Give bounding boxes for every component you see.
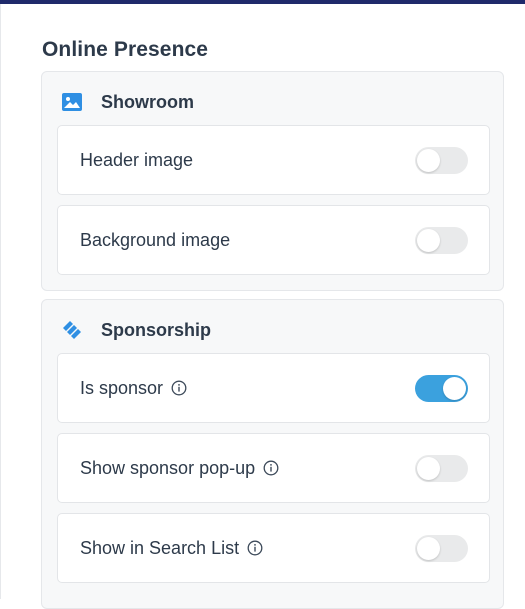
toggle-knob xyxy=(417,457,440,480)
toggle-knob xyxy=(417,149,440,172)
is-sponsor-row: Is sponsor xyxy=(57,353,490,423)
show-sponsor-popup-label: Show sponsor pop-up xyxy=(80,434,279,502)
toggle-knob xyxy=(417,229,440,252)
background-image-label: Background image xyxy=(80,229,231,250)
show-sponsor-popup-text: Show sponsor pop-up xyxy=(80,457,256,478)
image-icon xyxy=(61,91,83,113)
info-icon[interactable] xyxy=(247,540,263,556)
show-in-search-list-row: Show in Search List xyxy=(57,513,490,583)
show-in-search-list-label: Show in Search List xyxy=(80,514,263,582)
settings-panel: Online Presence Showroom Header image Ba… xyxy=(0,4,525,609)
handshake-icon xyxy=(61,319,83,341)
is-sponsor-label: Is sponsor xyxy=(80,354,187,422)
showroom-group: Showroom Header image Background image xyxy=(41,71,504,291)
show-sponsor-popup-toggle[interactable] xyxy=(415,455,468,482)
info-icon[interactable] xyxy=(171,380,187,396)
sponsorship-group: Sponsorship Is sponsor Show sponsor pop-… xyxy=(41,299,504,609)
toggle-knob xyxy=(443,377,466,400)
info-icon[interactable] xyxy=(263,460,279,476)
is-sponsor-text: Is sponsor xyxy=(80,377,164,398)
header-image-label: Header image xyxy=(80,149,194,170)
header-image-toggle[interactable] xyxy=(415,147,468,174)
is-sponsor-toggle[interactable] xyxy=(415,375,468,402)
showroom-header: Showroom xyxy=(61,90,194,114)
sponsorship-title: Sponsorship xyxy=(101,319,212,340)
background-image-toggle[interactable] xyxy=(415,227,468,254)
background-image-row: Background image xyxy=(57,205,490,275)
showroom-title: Showroom xyxy=(101,91,194,112)
header-image-row: Header image xyxy=(57,125,490,195)
sponsorship-header: Sponsorship xyxy=(61,318,211,342)
toggle-knob xyxy=(417,537,440,560)
show-sponsor-popup-row: Show sponsor pop-up xyxy=(57,433,490,503)
show-in-search-list-text: Show in Search List xyxy=(80,537,240,558)
section-title: Online Presence xyxy=(42,38,209,61)
show-in-search-list-toggle[interactable] xyxy=(415,535,468,562)
